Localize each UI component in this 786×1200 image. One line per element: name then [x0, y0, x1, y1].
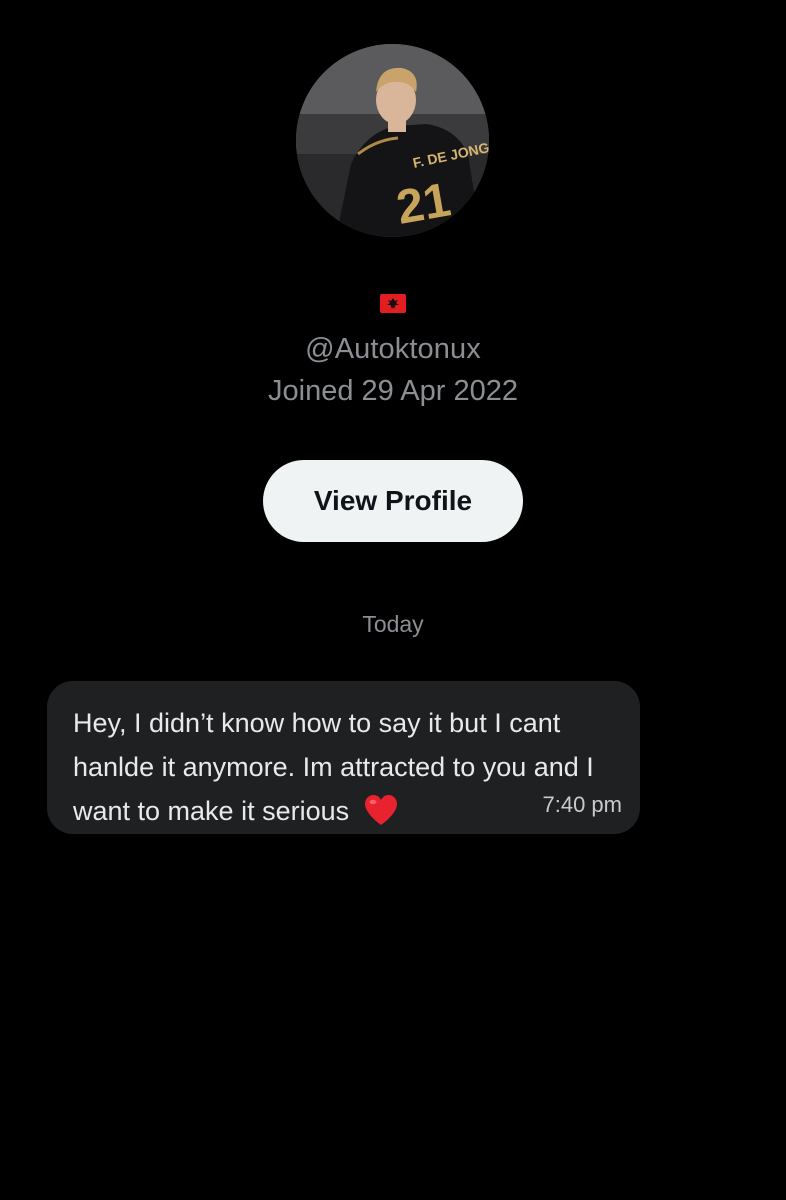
message-bubble[interactable]: Hey, I didn’t know how to say it but I c… — [47, 681, 640, 834]
albania-flag-icon — [380, 294, 406, 313]
avatar[interactable]: F. DE JONG 21 — [296, 44, 489, 237]
red-heart-icon — [364, 794, 397, 825]
message-text: Hey, I didn’t know how to say it but I c… — [73, 708, 594, 826]
message-timestamp: 7:40 pm — [542, 792, 623, 817]
profile-handle: @Autoktonux — [305, 333, 481, 365]
profile-header: F. DE JONG 21 @Autoktonux Joined 29 Apr … — [0, 0, 786, 560]
view-profile-button[interactable]: View Profile — [263, 460, 523, 542]
avatar-jersey-number: 21 — [393, 173, 455, 234]
date-divider: Today — [362, 611, 424, 637]
message-text-container: Hey, I didn’t know how to say it but I c… — [73, 701, 618, 833]
avatar-image: F. DE JONG 21 — [296, 44, 489, 237]
joined-date: Joined 29 Apr 2022 — [268, 375, 518, 407]
